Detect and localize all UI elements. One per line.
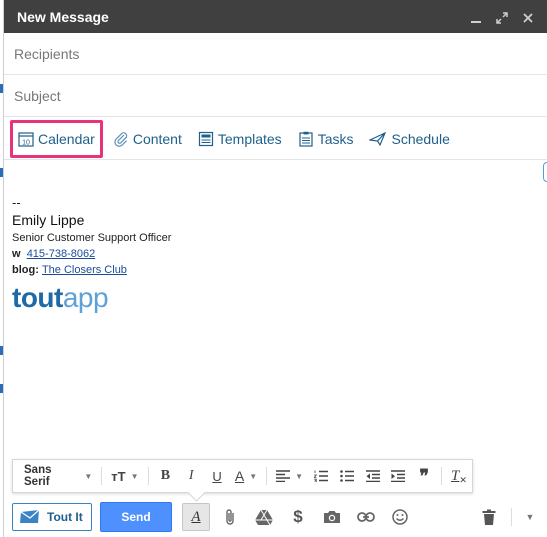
font-size-icon: тT [111, 468, 126, 484]
schedule-label: Schedule [391, 130, 450, 147]
logo-light-text: app [62, 282, 109, 313]
calendar-label: Calendar [38, 130, 95, 147]
signature-role: Senior Customer Support Officer [12, 232, 172, 244]
chevron-down-icon: ▼ [84, 471, 93, 481]
signature-name: Emily Lippe [12, 212, 85, 228]
tasks-label: Tasks [317, 130, 354, 147]
templates-label: Templates [217, 130, 282, 147]
signature-blog-row: blog: The Closers Club [12, 264, 171, 277]
calendar-icon-day: 10 [22, 139, 30, 146]
signature-phone-row: w 415-738-8062 [12, 248, 171, 261]
numbered-list-icon [313, 470, 328, 482]
blog-link[interactable]: The Closers Club [42, 264, 127, 276]
bulleted-list-button[interactable] [334, 463, 360, 489]
camera-icon [324, 511, 340, 523]
compose-window: New Message 10 Calendar [3, 0, 547, 537]
compose-title: New Message [17, 8, 109, 25]
calendar-icon: 10 [18, 131, 34, 147]
remove-formatting-x-icon: ✕ [459, 474, 467, 485]
recipients-input[interactable] [14, 45, 514, 62]
google-drive-icon [255, 509, 273, 525]
numbered-list-button[interactable] [308, 463, 334, 489]
toolbar-divider [266, 467, 268, 485]
insert-link-button[interactable] [352, 503, 380, 531]
chevron-down-icon: ▼ [130, 471, 139, 481]
font-family-select[interactable]: Sans Serif ▼ [19, 463, 97, 489]
smiley-icon [392, 509, 408, 525]
outdent-button[interactable] [360, 463, 386, 489]
align-select[interactable]: ▼ [271, 463, 308, 489]
send-money-button[interactable]: $ [284, 503, 312, 531]
underline-button[interactable]: U [204, 463, 230, 489]
indent-icon [391, 470, 406, 482]
toutapp-logo: toutapp [12, 283, 171, 313]
templates-icon [198, 131, 213, 146]
quote-button[interactable]: ❞ [411, 463, 437, 489]
toolbar-divider [101, 467, 103, 485]
schedule-button[interactable]: Schedule [363, 121, 455, 157]
attach-file-button[interactable] [216, 503, 244, 531]
link-icon [357, 512, 375, 522]
formatting-options-button[interactable]: A [182, 503, 210, 531]
content-button[interactable]: Content [107, 121, 188, 157]
font-family-label: Sans Serif [24, 464, 52, 488]
chevron-down-icon: ▼ [249, 471, 258, 481]
window-controls [470, 11, 547, 24]
paperclip-icon [114, 131, 127, 147]
tout-envelope-icon [20, 509, 40, 523]
indent-button[interactable] [385, 463, 411, 489]
formatting-toolbar: Sans Serif ▼ тT ▼ B I U A ▼ ▼ ❞ T ✕ [12, 459, 473, 493]
calendar-button[interactable]: 10 Calendar [10, 119, 103, 158]
signature: -- Emily Lippe Senior Customer Support O… [12, 196, 171, 313]
send-button[interactable]: Send [100, 502, 172, 532]
chevron-down-icon: ▼ [525, 512, 535, 522]
toolbar-divider [147, 467, 149, 485]
signature-separator: -- [12, 195, 21, 210]
paperclip-icon [226, 509, 234, 525]
subject-input[interactable] [14, 87, 514, 104]
remove-formatting-icon: T [451, 467, 460, 484]
discard-draft-button[interactable] [475, 503, 503, 531]
recipients-row [4, 33, 547, 75]
compose-bottom-bar: Tout It Send A $ ▼ [4, 497, 547, 537]
italic-button[interactable]: I [178, 463, 204, 489]
message-body[interactable]: -- Emily Lippe Senior Customer Support O… [4, 160, 547, 455]
align-left-icon [276, 470, 291, 482]
tout-it-label: Tout It [47, 510, 83, 524]
popout-icon[interactable] [496, 11, 508, 24]
insert-emoji-button[interactable] [386, 503, 414, 531]
bold-button[interactable]: B [153, 463, 179, 489]
toolbar-divider [441, 467, 443, 485]
tasks-icon [299, 131, 313, 147]
bulleted-list-icon [339, 470, 354, 482]
outdent-icon [365, 470, 380, 482]
tasks-button[interactable]: Tasks [292, 121, 360, 157]
formatting-icon: A [191, 508, 201, 525]
bottom-divider [511, 508, 512, 526]
phone-link[interactable]: 415-738-8062 [27, 248, 96, 260]
phone-label: w [12, 248, 21, 260]
minimize-icon[interactable] [470, 11, 482, 23]
templates-button[interactable]: Templates [192, 121, 288, 157]
text-color-select[interactable]: A ▼ [230, 463, 262, 489]
content-label: Content [132, 130, 182, 147]
more-options-button[interactable]: ▼ [516, 503, 544, 531]
paper-plane-icon [369, 131, 387, 146]
chevron-down-icon: ▼ [295, 471, 304, 481]
close-icon[interactable] [522, 11, 534, 23]
compose-titlebar[interactable]: New Message [4, 0, 547, 33]
side-panel-handle[interactable] [543, 162, 547, 182]
insert-photo-button[interactable] [318, 503, 346, 531]
dollar-icon: $ [293, 507, 303, 526]
font-size-select[interactable]: тT ▼ [106, 463, 143, 489]
blog-label: blog: [12, 264, 39, 276]
insert-drive-button[interactable] [250, 503, 278, 531]
logo-bold-text: tout [12, 282, 63, 313]
trash-icon [482, 509, 496, 525]
remove-formatting-button[interactable]: T ✕ [446, 463, 472, 489]
text-color-icon: A [234, 468, 245, 484]
tout-it-button[interactable]: Tout It [12, 503, 92, 531]
toutapp-toolbar: 10 Calendar Content Templates Tasks Sche… [4, 118, 547, 160]
subject-row [4, 75, 547, 117]
